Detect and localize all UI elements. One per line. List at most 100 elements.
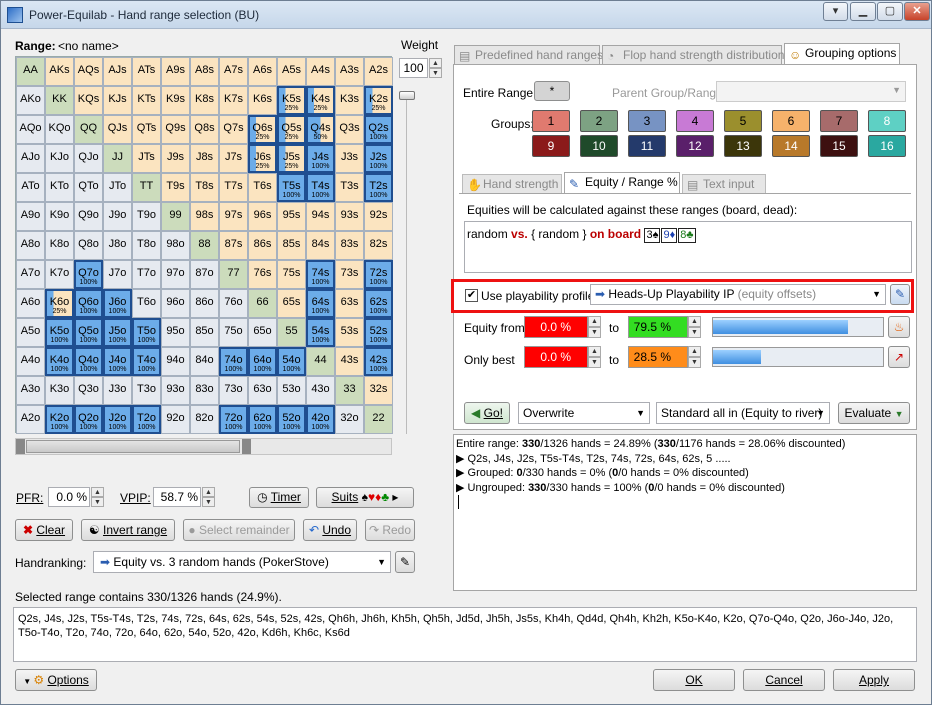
hand-cell[interactable]: AJo — [16, 144, 45, 173]
hand-cell[interactable]: T3s — [335, 173, 364, 202]
edit-playability-button[interactable]: ✎ — [890, 284, 910, 305]
overwrite-select[interactable]: Overwrite ▼ — [518, 402, 650, 424]
hand-cell[interactable]: 84s — [306, 231, 335, 260]
parent-group-select[interactable]: ▼ — [716, 81, 906, 102]
hand-cell[interactable]: T7o — [132, 260, 161, 289]
hand-cell[interactable]: T5o 100% — [132, 318, 161, 347]
scroll-right-icon[interactable] — [242, 439, 251, 454]
hand-cell[interactable]: Q9o — [74, 202, 103, 231]
hand-cell[interactable]: J2o 100% — [103, 405, 132, 434]
weight-up-icon[interactable]: ▲ — [429, 58, 442, 68]
clear-button[interactable]: ✖ Clear — [15, 519, 73, 541]
hand-cell[interactable]: T2o 100% — [132, 405, 161, 434]
group-button-13[interactable]: 13 — [724, 135, 762, 157]
hand-cell[interactable]: 66 — [248, 289, 277, 318]
suits-button[interactable]: Suits ♠♥♦♣ ▸ — [316, 487, 414, 508]
scroll-thumb[interactable] — [26, 440, 240, 453]
hand-cell[interactable]: T6o — [132, 289, 161, 318]
group-button-12[interactable]: 12 — [676, 135, 714, 157]
playability-checkbox[interactable]: ✔ — [465, 289, 478, 302]
hand-cell[interactable]: 97s — [219, 202, 248, 231]
hand-cell[interactable]: 83o — [190, 376, 219, 405]
hand-cell[interactable]: T7s — [219, 173, 248, 202]
hand-cell[interactable]: T9o — [132, 202, 161, 231]
hand-cell[interactable]: J5o 100% — [103, 318, 132, 347]
hand-cell[interactable]: KJs — [103, 86, 132, 115]
equity-range-slider[interactable] — [712, 317, 884, 337]
result-line-ungrouped[interactable]: ▶ Ungrouped: 330/330 hands = 100% (0/0 h… — [456, 481, 914, 496]
hand-cell[interactable]: T9s — [161, 173, 190, 202]
hand-cell[interactable]: Q6s 25% — [248, 115, 277, 144]
hand-cell[interactable]: Q8o — [74, 231, 103, 260]
pfr-up-icon[interactable]: ▲ — [91, 487, 104, 497]
group-button-7[interactable]: 7 — [820, 110, 858, 132]
hand-cell[interactable]: J5s 25% — [277, 144, 306, 173]
hand-cell[interactable]: AA — [16, 57, 45, 86]
hand-cell[interactable]: 63s — [335, 289, 364, 318]
tab-hand-strength[interactable]: ✋ Hand strength — [462, 174, 562, 194]
result-line-grouped[interactable]: ▶ Grouped: 0/330 hands = 0% (0/0 hands =… — [456, 466, 914, 481]
hand-cell[interactable]: T2s 100% — [364, 173, 393, 202]
hand-cell[interactable]: AKo — [16, 86, 45, 115]
hand-cell[interactable]: Q3s — [335, 115, 364, 144]
hand-cell[interactable]: 73s — [335, 260, 364, 289]
hand-cell[interactable]: J7s — [219, 144, 248, 173]
weight-input[interactable]: 100 — [399, 58, 428, 78]
hand-cell[interactable]: 82o — [190, 405, 219, 434]
hand-cell[interactable]: Q7o 100% — [74, 260, 103, 289]
hand-cell[interactable]: 63o — [248, 376, 277, 405]
hand-cell[interactable]: J4s 100% — [306, 144, 335, 173]
hand-cell[interactable]: 33 — [335, 376, 364, 405]
hand-cell[interactable]: J9s — [161, 144, 190, 173]
group-button-8[interactable]: 8 — [868, 110, 906, 132]
hand-cell[interactable]: 75o — [219, 318, 248, 347]
hand-cell[interactable]: 93s — [335, 202, 364, 231]
hand-cell[interactable]: KQs — [74, 86, 103, 115]
scroll-left-icon[interactable] — [16, 439, 25, 454]
hand-cell[interactable]: 65s — [277, 289, 306, 318]
expand-icon[interactable]: ▶ — [456, 467, 468, 479]
only-best-max-input[interactable]: 28.5 % — [628, 346, 688, 368]
tab-flop-hand-strength[interactable]: ◔ Flop hand strength distribution — [602, 45, 784, 65]
hand-cell[interactable]: J2s 100% — [364, 144, 393, 173]
hand-cell[interactable]: J8o — [103, 231, 132, 260]
hand-cell[interactable]: A6o — [16, 289, 45, 318]
hand-cell[interactable]: K2s 25% — [364, 86, 393, 115]
hand-cell[interactable]: J9o — [103, 202, 132, 231]
hand-cell[interactable]: 94s — [306, 202, 335, 231]
go-button[interactable]: ◀ Go! — [464, 402, 510, 424]
playability-profile-select[interactable]: ➡ Heads-Up Playability IP (equity offset… — [590, 284, 886, 305]
hand-cell[interactable]: 76o — [219, 289, 248, 318]
horizontal-scrollbar[interactable] — [15, 438, 392, 455]
hand-cell[interactable]: Q4o 100% — [74, 347, 103, 376]
pfr-input[interactable]: 0.0 % — [48, 487, 90, 507]
evaluate-button[interactable]: Evaluate ▼ — [838, 402, 910, 424]
group-button-10[interactable]: 10 — [580, 135, 618, 157]
tab-text-input[interactable]: ▤ Text input — [682, 174, 766, 194]
equity-to-up-icon[interactable]: ▲ — [688, 316, 701, 327]
hand-cell[interactable]: 98o — [161, 231, 190, 260]
hand-cell[interactable]: T8o — [132, 231, 161, 260]
hand-cell[interactable]: 92s — [364, 202, 393, 231]
hand-cell[interactable]: K4o 100% — [45, 347, 74, 376]
hand-cell[interactable]: AQo — [16, 115, 45, 144]
hand-cell[interactable]: KJo — [45, 144, 74, 173]
hand-cell[interactable]: T4o 100% — [132, 347, 161, 376]
entire-range-button[interactable]: * — [534, 81, 570, 101]
hand-cell[interactable]: 54s 100% — [306, 318, 335, 347]
equity-fire-button[interactable]: ♨ — [888, 316, 910, 338]
hand-cell[interactable]: T6s — [248, 173, 277, 202]
hand-cell[interactable]: K8o — [45, 231, 74, 260]
group-button-15[interactable]: 15 — [820, 135, 858, 157]
vpip-up-icon[interactable]: ▲ — [202, 487, 215, 497]
group-button-9[interactable]: 9 — [532, 135, 570, 157]
hand-cell[interactable]: K3s — [335, 86, 364, 115]
hand-cell[interactable]: 43s — [335, 347, 364, 376]
hand-cell[interactable]: A8s — [190, 57, 219, 86]
hand-cell[interactable]: A7s — [219, 57, 248, 86]
redo-button[interactable]: ↷ Redo — [365, 519, 415, 541]
hand-cell[interactable]: 32s — [364, 376, 393, 405]
hand-cell[interactable]: 92o — [161, 405, 190, 434]
group-button-4[interactable]: 4 — [676, 110, 714, 132]
hand-cell[interactable]: 42s 100% — [364, 347, 393, 376]
